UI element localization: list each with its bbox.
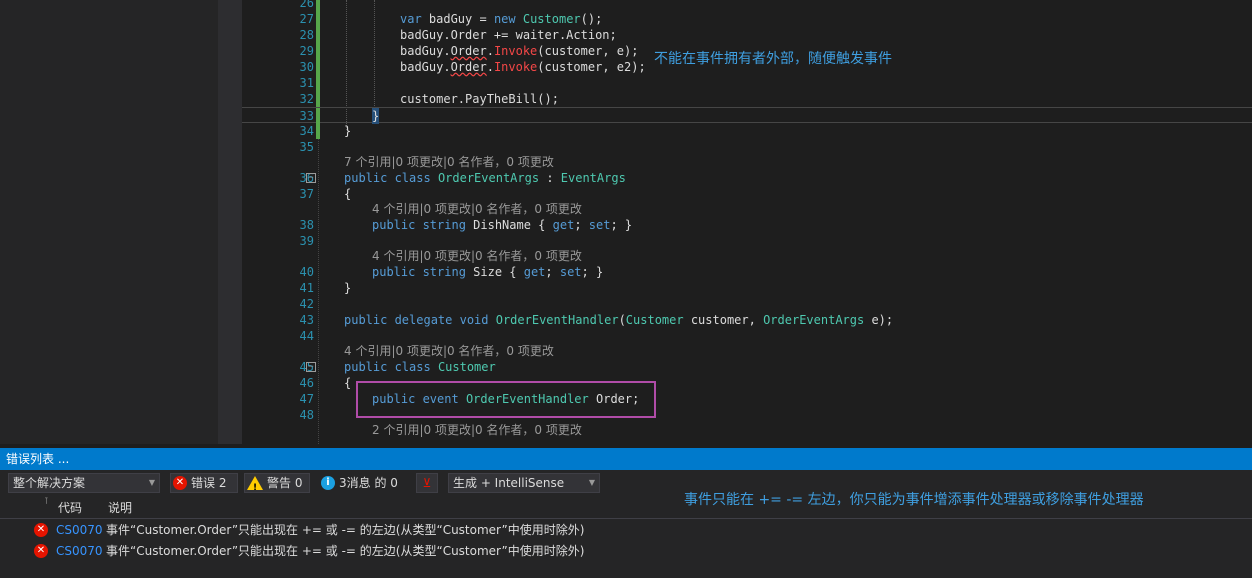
error-code-link[interactable]: CS0070 — [56, 541, 103, 561]
code-line: 28 badGuy.Order += waiter.Action; — [299, 27, 617, 43]
code-editor[interactable]: 26 27 var badGuy = new Customer(); 28 ba… — [218, 0, 1252, 444]
filter-clear-icon[interactable]: ⊻ — [416, 473, 438, 493]
collapse-icon[interactable]: − — [306, 362, 316, 372]
chevron-down-icon: ▼ — [148, 478, 155, 487]
left-pane — [0, 0, 218, 444]
highlight-box — [356, 381, 656, 418]
error-icon: ✕ — [34, 523, 48, 537]
errors-filter-label: 错误 2 — [191, 476, 227, 490]
code-line: 26 — [242, 0, 1252, 11]
codelens[interactable]: 7 个引用|0 项更改|0 名作者，0 项更改 — [242, 154, 1252, 170]
code-text: badGuy.Order.Invoke(customer, e2); — [400, 60, 646, 74]
code-line: 43 public delegate void OrderEventHandle… — [299, 313, 894, 327]
code-line: 34 } — [299, 123, 352, 139]
code-text: customer.PayTheBill(); — [400, 92, 559, 106]
code-line: 31 — [242, 75, 1252, 91]
error-description: 事件“Customer.Order”只能出现在 += 或 -= 的左边(从类型“… — [106, 544, 585, 558]
scope-dropdown[interactable]: 整个解决方案 ▼ — [8, 473, 160, 493]
code-line: 42 — [299, 297, 314, 311]
chevron-down-icon: ▼ — [588, 478, 595, 487]
scope-dropdown-label: 整个解决方案 — [13, 476, 86, 490]
codelens[interactable]: 4 个引用|0 项更改|0 名作者，0 项更改 — [242, 201, 1252, 217]
code-line: 37 { — [299, 187, 352, 201]
error-code-link[interactable]: CS0070 — [56, 520, 103, 540]
collapse-icon[interactable]: − — [306, 173, 316, 183]
code-line: 27 var badGuy = new Customer(); — [299, 11, 603, 27]
code-line: 44 — [299, 329, 314, 343]
column-code[interactable]: 代码 — [58, 498, 82, 518]
build-source-label: 生成 + IntelliSense — [453, 476, 565, 490]
code-line: 39 — [299, 234, 314, 248]
warning-icon: ! — [247, 476, 263, 493]
code-text: public string Size { get; set; } — [372, 265, 604, 279]
build-source-dropdown[interactable]: 生成 + IntelliSense ▼ — [448, 473, 600, 493]
code-text: badGuy.Order.Invoke(customer, e); — [400, 44, 639, 58]
code-line: 45− public class Customer — [299, 360, 496, 374]
code-line: 41 } — [299, 281, 352, 295]
codelens[interactable]: 4 个引用|0 项更改|0 名作者，0 项更改 — [242, 343, 1252, 359]
code-text: badGuy.Order += waiter.Action; — [400, 28, 617, 42]
code-text: public string DishName { get; set; } — [372, 218, 633, 232]
error-list-panel: 整个解决方案 ▼ ✕ 错误 2 ! 警告 0 i 3消息 的 0 ⊻ 生成 + … — [0, 470, 1252, 578]
error-list-title[interactable]: 错误列表 ... — [0, 448, 1252, 470]
warnings-filter-label: 警告 0 — [267, 476, 303, 490]
code-line: 36− public class OrderEventArgs : EventA… — [299, 171, 626, 185]
code-text: public class OrderEventArgs : EventArgs — [344, 171, 626, 185]
code-text: public delegate void OrderEventHandler(C… — [344, 313, 894, 327]
column-header: ⊺ 代码 说明 — [0, 497, 1252, 519]
code-text: public class Customer — [344, 360, 496, 374]
errors-filter-button[interactable]: ✕ 错误 2 — [170, 473, 238, 493]
codelens[interactable]: 4 个引用|0 项更改|0 名作者，0 项更改 — [242, 248, 1252, 264]
column-description[interactable]: 说明 — [108, 498, 132, 518]
error-row[interactable]: ✕ CS0070 事件“Customer.Order”只能出现在 += 或 -=… — [0, 541, 1252, 561]
code-text: var badGuy = new Customer(); — [400, 12, 603, 26]
codelens[interactable]: 2 个引用|0 项更改|0 名作者，0 项更改 — [242, 422, 1252, 438]
error-description: 事件“Customer.Order”只能出现在 += 或 -= 的左边(从类型“… — [106, 523, 585, 537]
code-line: 32 customer.PayTheBill(); — [299, 91, 559, 107]
error-icon: ✕ — [173, 476, 187, 490]
glyph-margin — [218, 0, 242, 444]
annotation-invoke-note: 不能在事件拥有者外部，随便触发事件 — [654, 51, 892, 67]
error-row[interactable]: ✕ CS0070 事件“Customer.Order”只能出现在 += 或 -=… — [0, 520, 1252, 540]
code-line: 35 — [299, 140, 314, 154]
code-line: 40 public string Size { get; set; } — [299, 265, 604, 279]
current-line: 33 } — [242, 107, 1252, 124]
code-line: 38 public string DishName { get; set; } — [299, 218, 633, 232]
info-icon: i — [321, 476, 335, 490]
sort-icon[interactable]: ⊺ — [44, 492, 49, 512]
messages-filter-label: 3消息 的 0 — [339, 476, 398, 490]
warnings-filter-button[interactable]: ! 警告 0 — [244, 473, 310, 493]
messages-filter-button[interactable]: i 3消息 的 0 — [318, 473, 406, 493]
error-icon: ✕ — [34, 544, 48, 558]
